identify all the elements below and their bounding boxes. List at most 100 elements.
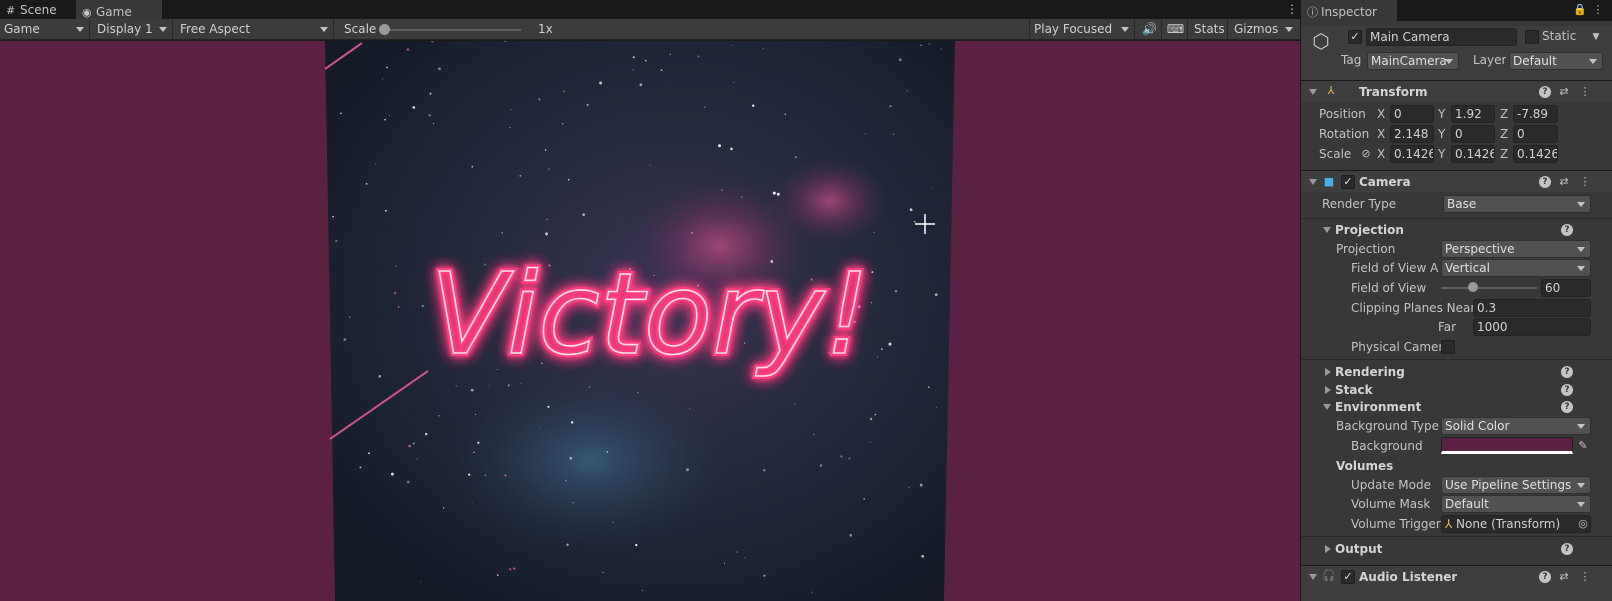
game-viewport[interactable]: Victory! Victory! [0, 41, 1300, 601]
position-z-field[interactable]: -7.89 [1513, 105, 1558, 123]
fov-value-field[interactable]: 60 [1541, 279, 1591, 297]
component-menu-icon[interactable]: ⋮ [1579, 175, 1591, 189]
tab-scene[interactable]: # Scene [0, 0, 76, 21]
star [893, 133, 895, 135]
volume-mask-dropdown[interactable]: Default [1441, 495, 1591, 513]
eyedropper-icon[interactable]: ✎ [1576, 439, 1590, 453]
projection-section[interactable]: Projection ? [1301, 220, 1612, 240]
rotation-x-field[interactable]: 2.148 [1390, 125, 1434, 143]
tab-inspector[interactable]: ⓘ Inspector [1301, 0, 1397, 22]
preset-icon[interactable]: ⇄ [1557, 570, 1571, 584]
scale-z-field[interactable]: 0.1426 [1513, 145, 1558, 163]
help-icon[interactable]: ? [1561, 366, 1573, 378]
foldout-arrow-icon[interactable] [1325, 386, 1331, 394]
star [455, 385, 457, 387]
fov-slider-handle[interactable] [1467, 282, 1478, 292]
position-y-field[interactable]: 1.92 [1451, 105, 1495, 123]
mute-audio-icon[interactable]: 🔊 [1138, 19, 1162, 39]
update-mode-dropdown[interactable]: Use Pipeline Settings [1441, 476, 1591, 494]
position-x-field[interactable]: 0 [1390, 105, 1434, 123]
keyboard-icon[interactable]: ⌨ [1164, 19, 1188, 39]
gizmos-dropdown[interactable]: Gizmos [1230, 19, 1298, 39]
star [588, 386, 591, 388]
render-type-dropdown[interactable]: Base [1443, 195, 1591, 213]
fov-axis-dropdown[interactable]: Vertical [1441, 259, 1591, 277]
object-picker-icon[interactable]: ◎ [1576, 517, 1590, 531]
tag-dropdown[interactable]: MainCamera [1367, 52, 1459, 70]
rotation-z-field[interactable]: 0 [1513, 125, 1558, 143]
view-mode-dropdown[interactable]: Game [0, 19, 90, 39]
background-type-dropdown[interactable]: Solid Color [1441, 417, 1591, 435]
near-clip-field[interactable]: 0.3 [1473, 299, 1591, 317]
chevron-down-icon[interactable]: ▼ [1591, 30, 1601, 44]
background-color-swatch[interactable] [1441, 437, 1573, 454]
static-checkbox[interactable] [1525, 30, 1539, 44]
camera-enabled-checkbox[interactable]: ✓ [1341, 175, 1355, 189]
star [772, 191, 776, 195]
object-name-field[interactable]: Main Camera [1366, 28, 1517, 46]
projection-dropdown[interactable]: Perspective [1441, 240, 1591, 258]
help-icon[interactable]: ? [1561, 543, 1573, 555]
audio-listener-enabled-checkbox[interactable]: ✓ [1341, 570, 1355, 584]
star [763, 574, 766, 577]
display-dropdown[interactable]: Display 1 [93, 19, 173, 39]
star [730, 44, 732, 46]
physical-camera-checkbox[interactable] [1441, 340, 1455, 354]
star [724, 562, 725, 564]
star [368, 452, 370, 455]
volume-trigger-field[interactable]: ⅄ None (Transform) [1441, 515, 1591, 533]
scale-y-field[interactable]: 0.1426 [1451, 145, 1495, 163]
far-clip-field[interactable]: 1000 [1473, 318, 1591, 336]
stats-button[interactable]: Stats [1190, 19, 1228, 39]
scale-slider-track[interactable] [381, 29, 521, 31]
foldout-arrow-icon[interactable] [1323, 404, 1331, 410]
star [348, 316, 351, 319]
star [691, 231, 694, 234]
projection-row: Projection Perspective [1301, 239, 1612, 259]
tag-label: Tag [1341, 53, 1362, 67]
unlinked-scale-icon[interactable]: ⊘ [1359, 147, 1373, 161]
preset-icon[interactable]: ⇄ [1557, 85, 1571, 99]
foldout-arrow-icon[interactable] [1309, 574, 1317, 580]
rotation-y-field[interactable]: 0 [1451, 125, 1495, 143]
star [928, 386, 930, 388]
more-options-icon[interactable]: ⋮ [1591, 3, 1605, 17]
star [848, 457, 851, 460]
audio-listener-header[interactable]: 🎧 ✓ Audio Listener ? ⇄ ⋮ [1301, 565, 1612, 601]
output-section[interactable]: Output ? [1301, 539, 1612, 559]
transform-header[interactable]: ⅄ Transform ? ⇄ ⋮ [1301, 80, 1612, 102]
foldout-arrow-icon[interactable] [1325, 368, 1331, 376]
star [519, 174, 522, 177]
star [388, 114, 390, 116]
scale-x-field[interactable]: 0.1426 [1390, 145, 1434, 163]
help-icon[interactable]: ? [1539, 571, 1551, 583]
component-menu-icon[interactable]: ⋮ [1579, 85, 1591, 99]
help-icon[interactable]: ? [1561, 224, 1573, 236]
help-icon[interactable]: ? [1539, 176, 1551, 188]
component-menu-icon[interactable]: ⋮ [1579, 570, 1591, 584]
layer-dropdown[interactable]: Default [1509, 52, 1603, 70]
camera-header[interactable]: ■ ✓ Camera ? ⇄ ⋮ [1301, 170, 1612, 192]
chevron-down-icon [1445, 59, 1453, 64]
help-icon[interactable]: ? [1561, 401, 1573, 413]
star [928, 43, 930, 45]
more-options-icon[interactable]: ⋮ [1286, 2, 1298, 18]
help-icon[interactable]: ? [1561, 384, 1573, 396]
fov-slider-track[interactable] [1441, 287, 1537, 289]
foldout-arrow-icon[interactable] [1309, 179, 1317, 185]
preset-icon[interactable]: ⇄ [1557, 175, 1571, 189]
play-mode-dropdown[interactable]: Play Focused [1029, 19, 1135, 39]
help-icon[interactable]: ? [1539, 86, 1551, 98]
foldout-arrow-icon[interactable] [1325, 545, 1331, 553]
star [940, 48, 942, 50]
star [382, 78, 384, 80]
foldout-arrow-icon[interactable] [1323, 227, 1331, 233]
aspect-dropdown[interactable]: Free Aspect [176, 19, 334, 39]
scale-slider-handle[interactable] [379, 24, 390, 35]
environment-section[interactable]: Environment ? [1301, 397, 1612, 417]
star [384, 118, 386, 121]
rendering-section[interactable]: Rendering ? [1301, 362, 1612, 382]
foldout-arrow-icon[interactable] [1309, 89, 1317, 95]
lock-icon[interactable]: 🔒 [1573, 3, 1587, 17]
active-checkbox[interactable]: ✓ [1348, 30, 1362, 44]
